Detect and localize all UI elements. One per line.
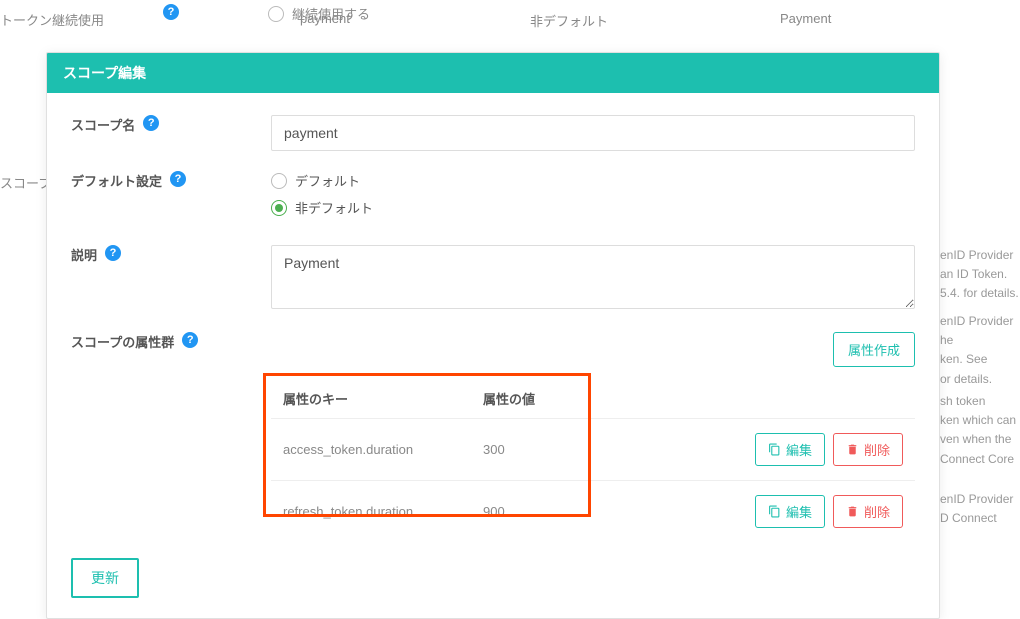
help-icon[interactable]: ? [182,332,198,348]
delete-button[interactable]: 削除 [833,433,903,466]
radio-circle-checked-icon [271,200,287,216]
help-icon[interactable]: ? [170,171,186,187]
delete-label: 削除 [864,440,890,459]
scope-name-label: スコープ名 [71,115,135,134]
radio-label: 非デフォルト [295,198,373,217]
bg-bottom-row: payment 非デフォルト Payment [0,11,1020,30]
description-label: 説明 [71,245,97,264]
update-button[interactable]: 更新 [71,558,139,598]
background-page: トークン継続使用 ? 継続使用する スコープ enID Provider an … [0,0,1020,45]
edit-label: 編集 [786,440,812,459]
bg-bottom-c2: 非デフォルト [530,11,780,30]
bg-desc-2: enID Provider he ken. See or details. [940,312,1020,389]
attributes-table: 属性のキー 属性の値 access_token.duration 300 編集 [271,379,915,542]
help-icon[interactable]: ? [105,245,121,261]
delete-button[interactable]: 削除 [833,495,903,528]
attribute-create-button[interactable]: 属性作成 [833,332,915,367]
table-row: refresh_token.duration 900 編集 削除 [271,480,915,542]
table-header-key: 属性のキー [283,389,483,408]
modal-title: スコープ編集 [47,53,939,93]
radio-non-default[interactable]: 非デフォルト [271,198,915,217]
default-setting-label: デフォルト設定 [71,171,162,190]
radio-label: デフォルト [295,171,360,190]
attr-value: 300 [483,442,603,457]
attributes-label: スコープの属性群 [71,332,174,351]
bg-bottom-c1: payment [300,11,530,30]
trash-icon [846,505,859,518]
copy-icon [768,443,781,456]
help-icon[interactable]: ? [143,115,159,131]
attr-key: access_token.duration [283,442,483,457]
description-textarea[interactable]: Payment [271,245,915,309]
radio-default[interactable]: デフォルト [271,171,915,190]
scope-name-input[interactable] [271,115,915,151]
bg-desc-4: enID Provider D Connect [940,490,1020,528]
table-header-value: 属性の値 [483,389,603,408]
scope-edit-modal: スコープ編集 スコープ名 ? デフォルト設定 ? デフォルト [46,52,940,619]
bg-desc-1: enID Provider an ID Token. 5.4. for deta… [940,246,1020,304]
scope-section-label: スコープ [0,173,51,192]
bg-desc-3: sh token ken which can ven when the Conn… [940,392,1020,469]
bg-bottom-c3: Payment [780,11,831,30]
table-row: access_token.duration 300 編集 削除 [271,418,915,480]
edit-button[interactable]: 編集 [755,433,825,466]
delete-label: 削除 [864,502,890,521]
radio-circle-icon [271,173,287,189]
edit-label: 編集 [786,502,812,521]
attr-value: 900 [483,504,603,519]
edit-button[interactable]: 編集 [755,495,825,528]
attr-key: refresh_token.duration [283,504,483,519]
copy-icon [768,505,781,518]
trash-icon [846,443,859,456]
